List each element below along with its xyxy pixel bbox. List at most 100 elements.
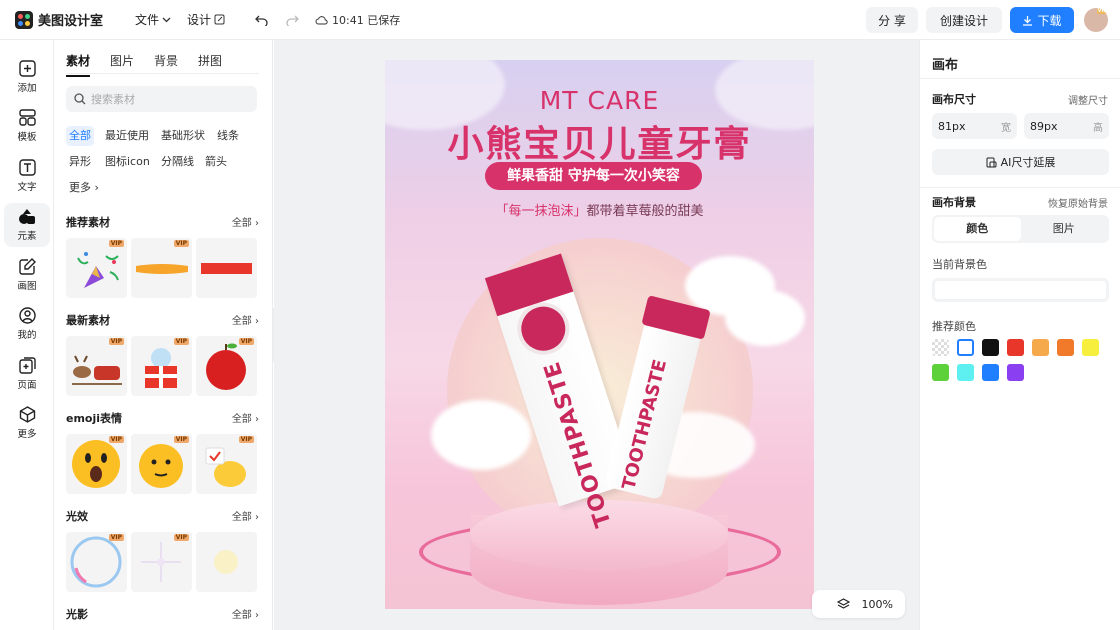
- redo-icon[interactable]: [286, 14, 299, 26]
- rail-label: 页面: [17, 380, 37, 391]
- all-label: 全部: [231, 512, 252, 523]
- restore-bg-link[interactable]: 恢复原始背景: [1048, 195, 1108, 210]
- create-design-button[interactable]: 创建设计: [926, 7, 1002, 33]
- rail-item-add[interactable]: 添加: [4, 55, 50, 99]
- undo-icon[interactable]: [255, 14, 268, 26]
- asset-thumb-bubble[interactable]: VIP: [66, 532, 127, 592]
- asset-thumb-thinking-emoji[interactable]: VIP: [131, 434, 192, 494]
- chip-basic-shapes[interactable]: 基础形状: [158, 126, 208, 146]
- rail-item-mine[interactable]: 我的: [4, 302, 50, 346]
- vip-badge: VIP: [238, 436, 254, 443]
- file-menu-label: 文件: [135, 13, 160, 27]
- poster-canvas[interactable]: MT CARE 小熊宝贝儿童牙膏 鲜果香甜 守护每一次小笑容 「每一抹泡沫」都带…: [385, 60, 814, 609]
- ai-resize-icon: [986, 157, 997, 167]
- avatar[interactable]: VIP: [1084, 8, 1108, 32]
- all-label: 全部: [231, 414, 252, 425]
- section-light-effects: 光效 全部 › VIP VIP: [66, 508, 259, 592]
- draw-icon: [18, 258, 36, 275]
- glow-icon: [214, 550, 238, 574]
- swatch-yellow[interactable]: [1082, 339, 1099, 356]
- vip-badge: VIP: [173, 436, 189, 443]
- section-all-link[interactable]: 全部 ›: [232, 410, 259, 426]
- chip-arrows[interactable]: 箭头: [202, 152, 230, 172]
- chip-more[interactable]: 更多 ›: [66, 178, 102, 198]
- width-field[interactable]: 81px 宽: [932, 113, 1017, 139]
- asset-thumb-chick-emoji[interactable]: VIP: [196, 434, 257, 494]
- search-input[interactable]: 搜索素材: [66, 86, 257, 112]
- download-button[interactable]: 下载: [1010, 7, 1074, 33]
- asset-thumb-brush-stroke[interactable]: VIP: [131, 238, 192, 298]
- chip-lines[interactable]: 线条: [214, 126, 242, 146]
- section-all-link[interactable]: 全部 ›: [232, 606, 259, 622]
- zoom-level[interactable]: 100%: [862, 598, 893, 611]
- edit-icon: [214, 14, 225, 25]
- file-menu[interactable]: 文件: [129, 11, 177, 28]
- section-emoji: emoji表情 全部 › VIP VIP VIP: [66, 410, 259, 494]
- swatch-blue[interactable]: [982, 364, 999, 381]
- section-all-link[interactable]: 全部 ›: [232, 214, 259, 230]
- rail-item-elements[interactable]: 元素: [4, 203, 50, 247]
- rail-item-more[interactable]: 更多: [4, 401, 50, 445]
- swatch-light-orange[interactable]: [1032, 339, 1049, 356]
- shapes-icon: [19, 209, 35, 224]
- swatch-orange[interactable]: [1057, 339, 1074, 356]
- asset-thumb-apple[interactable]: VIP: [196, 336, 257, 396]
- segment-color[interactable]: 颜色: [934, 217, 1021, 241]
- ai-resize-button[interactable]: AI尺寸延展: [932, 149, 1109, 175]
- section-all-link[interactable]: 全部 ›: [232, 508, 259, 524]
- page-add-icon: [18, 357, 36, 374]
- section-title: emoji表情: [66, 412, 123, 425]
- height-field[interactable]: 89px 高: [1024, 113, 1109, 139]
- chip-dividers[interactable]: 分隔线: [158, 152, 197, 172]
- tagline-highlight: 「每一抹泡沫」: [495, 204, 587, 219]
- swatch-purple[interactable]: [1007, 364, 1024, 381]
- vip-badge: VIP: [108, 240, 124, 247]
- vip-badge: VIP: [238, 338, 254, 345]
- resize-link[interactable]: 调整尺寸: [1068, 92, 1108, 107]
- asset-thumb-sparkle[interactable]: VIP: [131, 532, 192, 592]
- divider: [920, 187, 1120, 188]
- app-logo[interactable]: 美图设计室: [15, 10, 103, 29]
- asset-thumb-shocked-emoji[interactable]: VIP: [66, 434, 127, 494]
- plus-square-icon: [18, 60, 36, 77]
- app-name: 美图设计室: [38, 14, 104, 29]
- layers-icon[interactable]: [836, 598, 850, 610]
- segment-image[interactable]: 图片: [1021, 217, 1108, 241]
- swatch-red[interactable]: [1007, 339, 1024, 356]
- width-suffix: 宽: [1001, 122, 1011, 134]
- chip-icons[interactable]: 图标icon: [102, 152, 153, 172]
- swatch-white[interactable]: [957, 339, 974, 356]
- rail-item-text[interactable]: 文字: [4, 154, 50, 198]
- asset-thumb-red-bar[interactable]: [196, 238, 257, 298]
- chevron-down-icon: [162, 17, 171, 22]
- asset-thumb-reindeer-sleigh[interactable]: VIP: [66, 336, 127, 396]
- current-bg-swatch[interactable]: [932, 278, 1109, 302]
- template-icon: [18, 109, 36, 126]
- asset-thumb-party-popper[interactable]: VIP: [66, 238, 127, 298]
- asset-thumb-glow[interactable]: [196, 532, 257, 592]
- swatch-black[interactable]: [982, 339, 999, 356]
- canvas-bg-label: 画布背景: [932, 196, 976, 209]
- rail-item-draw[interactable]: 画图: [4, 253, 50, 297]
- design-menu[interactable]: 设计: [181, 11, 231, 28]
- vip-badge: VIP: [108, 338, 124, 345]
- zoom-control[interactable]: 100%: [812, 590, 905, 618]
- chip-more-label: 更多: [69, 181, 91, 194]
- rail-item-page[interactable]: 页面: [4, 352, 50, 396]
- rail-label: 添加: [17, 83, 37, 94]
- chip-recent[interactable]: 最近使用: [102, 126, 152, 146]
- share-button[interactable]: 分 享: [866, 7, 918, 33]
- swatch-green[interactable]: [932, 364, 949, 381]
- poster-tagline: 「每一抹泡沫」都带着草莓般的甜美: [385, 200, 814, 219]
- chip-all[interactable]: 全部: [66, 126, 94, 146]
- vip-badge: VIP: [108, 534, 124, 541]
- bg-type-toggle: 颜色 图片: [932, 215, 1109, 243]
- asset-thumb-gift-box[interactable]: VIP: [131, 336, 192, 396]
- swatch-transparent[interactable]: [932, 339, 949, 356]
- panel-title: 画布: [932, 58, 959, 73]
- rail-item-template[interactable]: 模板: [4, 104, 50, 148]
- swatch-cyan[interactable]: [957, 364, 974, 381]
- chip-irregular[interactable]: 异形: [66, 152, 94, 172]
- width-value: 81px: [938, 119, 966, 133]
- section-all-link[interactable]: 全部 ›: [232, 312, 259, 328]
